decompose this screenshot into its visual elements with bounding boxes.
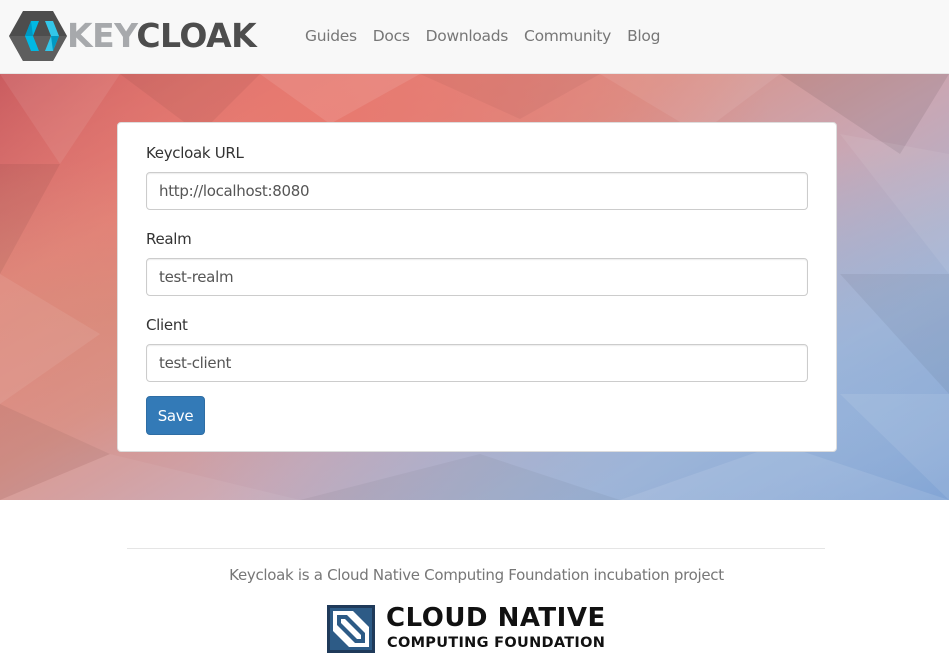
nav-community[interactable]: Community <box>516 0 619 73</box>
cncf-title: CLOUD NATIVE <box>386 603 606 633</box>
hero-background: Keycloak URL Realm Client Save <box>0 74 949 500</box>
footer-divider <box>127 548 825 549</box>
client-input[interactable] <box>146 344 808 382</box>
logo-text-cloak: CLOAK <box>136 16 257 55</box>
realm-input[interactable] <box>146 258 808 296</box>
keycloak-url-input[interactable] <box>146 172 808 210</box>
keycloak-logo[interactable]: KEYCLOAK <box>9 11 257 61</box>
save-button[interactable]: Save <box>146 396 205 435</box>
client-label: Client <box>146 316 188 334</box>
logo-text-key: KEY <box>67 16 137 55</box>
nav-guides[interactable]: Guides <box>297 0 365 73</box>
nav-docs[interactable]: Docs <box>365 0 418 73</box>
cncf-subtitle: COMPUTING FOUNDATION <box>387 635 606 651</box>
keycloak-logo-icon <box>9 11 67 61</box>
footer-cncf-text: Keycloak is a Cloud Native Computing Fou… <box>229 566 724 584</box>
cncf-logo[interactable]: CLOUD NATIVE COMPUTING FOUNDATION <box>327 603 627 653</box>
top-navbar: KEYCLOAK Guides Docs Downloads Community… <box>0 0 949 74</box>
cncf-icon <box>327 605 375 653</box>
main-nav: Guides Docs Downloads Community Blog <box>297 0 668 73</box>
nav-blog[interactable]: Blog <box>619 0 668 73</box>
keycloak-url-label: Keycloak URL <box>146 144 244 162</box>
keycloak-wordmark: KEYCLOAK <box>67 14 257 58</box>
nav-downloads[interactable]: Downloads <box>418 0 516 73</box>
settings-panel: Keycloak URL Realm Client Save <box>117 122 837 452</box>
realm-label: Realm <box>146 230 192 248</box>
